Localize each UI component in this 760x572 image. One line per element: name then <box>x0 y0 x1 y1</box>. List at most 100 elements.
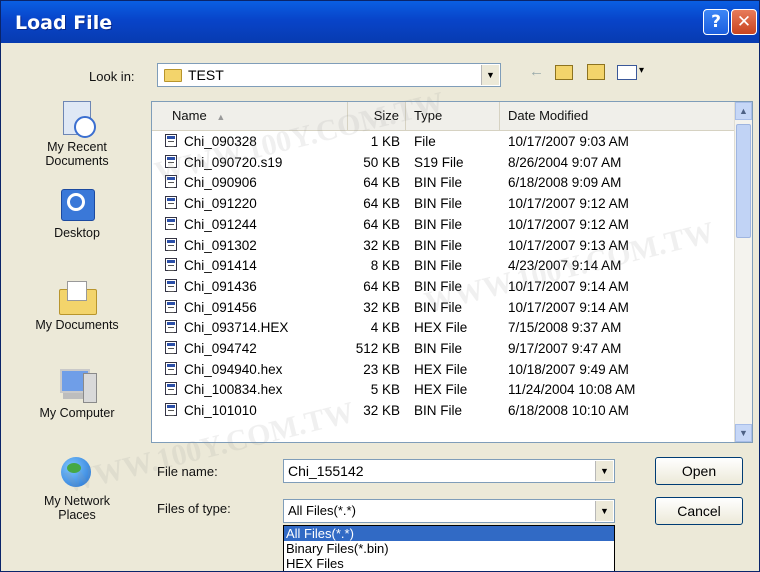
file-date-cell: 11/24/2004 10:08 AM <box>508 382 636 398</box>
place-desktop[interactable]: Desktop <box>15 187 139 240</box>
look-in-value: TEST <box>188 67 224 83</box>
file-type-cell: BIN File <box>414 258 463 274</box>
back-icon[interactable]: ← <box>529 63 544 80</box>
cancel-button[interactable]: Cancel <box>655 497 743 525</box>
place-my-computer[interactable]: My Computer <box>15 367 139 420</box>
column-date-modified[interactable]: Date Modified <box>500 102 736 130</box>
file-row[interactable]: Chi_093714.HEX 4 KB HEX File 7/15/2008 9:37… <box>152 318 736 338</box>
scroll-up-icon[interactable]: ▲ <box>735 102 752 120</box>
scroll-down-icon[interactable]: ▼ <box>735 424 752 442</box>
folder-icon <box>164 69 182 82</box>
file-type-cell: HEX File <box>414 361 468 377</box>
file-name-cell: Chi_094742 <box>184 341 257 356</box>
view-menu-chevron-icon[interactable]: ▾ <box>639 65 644 76</box>
file-icon <box>165 258 177 272</box>
close-button[interactable]: ✕ <box>731 9 757 35</box>
type-option-binary[interactable]: Binary Files(*.bin) <box>284 541 614 556</box>
file-row[interactable]: Chi_091456 32 KB BIN File 10/17/2007 9:14 A… <box>152 298 736 318</box>
place-label: Desktop <box>54 226 100 240</box>
file-type-cell: BIN File <box>414 299 463 315</box>
file-size-cell: 1 KB <box>370 134 400 149</box>
file-row[interactable]: Chi_091414 8 KB BIN File 4/23/2007 9:14 AM <box>152 256 736 276</box>
file-icon <box>165 216 177 230</box>
file-icon <box>165 320 177 334</box>
file-type-cell: BIN File <box>414 341 463 356</box>
file-size-cell: 50 KB <box>363 154 400 170</box>
file-size-cell: 8 KB <box>370 258 400 274</box>
file-list[interactable]: Name ▲ Size Type Date Modified Chi_09032… <box>151 101 753 443</box>
file-name-cell: Chi_093714.HEX <box>184 320 289 336</box>
help-button[interactable]: ? <box>703 9 729 35</box>
file-name-cell: Chi_090328 <box>184 134 257 149</box>
file-type-cell: BIN File <box>414 278 463 294</box>
file-row[interactable]: Chi_090906 64 KB BIN File 6/18/2008 9:09 AM <box>152 173 736 193</box>
place-recent-documents[interactable]: My Recent Documents <box>15 101 139 168</box>
type-option-hex[interactable]: HEX Files <box>284 556 614 571</box>
file-icon <box>165 196 177 210</box>
file-type-cell: BIN File <box>414 216 463 232</box>
file-size-cell: 64 KB <box>363 196 400 212</box>
file-name-cell: Chi_101010 <box>184 403 257 419</box>
file-row[interactable]: Chi_090720.s19 50 KB S19 File 8/26/2004 9:0… <box>152 153 736 173</box>
files-of-type-dropdown-icon[interactable]: ▼ <box>595 501 613 521</box>
file-type-cell: HEX File <box>414 382 468 398</box>
vertical-scrollbar[interactable]: ▲ ▼ <box>734 102 752 442</box>
file-size-cell: 512 KB <box>355 341 400 356</box>
file-name-input[interactable]: Chi_155142 ▼ <box>283 459 615 483</box>
title-bar[interactable]: Load File ? ✕ <box>1 1 759 43</box>
file-type-cell: HEX File <box>414 320 468 336</box>
scroll-thumb[interactable] <box>736 124 751 238</box>
view-menu-icon[interactable] <box>617 65 637 80</box>
file-row[interactable]: Chi_091436 64 KB BIN File 10/17/2007 9:14 A… <box>152 277 736 297</box>
up-folder-icon[interactable] <box>555 65 573 80</box>
file-size-cell: 32 KB <box>363 299 400 315</box>
network-places-icon <box>57 455 97 491</box>
file-row[interactable]: Chi_101010 32 KB BIN File 6/18/2008 10:10 A… <box>152 401 736 421</box>
file-icon <box>165 382 177 396</box>
file-name-cell: Chi_091302 <box>184 237 257 253</box>
file-row[interactable]: Chi_091220 64 KB BIN File 10/17/2007 9:12 A… <box>152 194 736 214</box>
file-row[interactable]: Chi_094742 512 KB BIN File 9/17/2007 9:47 A… <box>152 339 736 359</box>
file-icon <box>165 403 177 417</box>
column-size[interactable]: Size <box>348 102 406 130</box>
file-icon <box>165 299 177 313</box>
file-size-cell: 5 KB <box>370 382 400 398</box>
file-size-cell: 64 KB <box>363 175 400 191</box>
file-date-cell: 10/17/2007 9:13 AM <box>508 237 629 253</box>
look-in-combo[interactable]: TEST ▼ <box>157 63 501 87</box>
file-type-cell: BIN File <box>414 196 463 212</box>
file-date-cell: 7/15/2008 9:37 AM <box>508 320 622 336</box>
file-size-cell: 64 KB <box>363 278 400 294</box>
file-date-cell: 10/17/2007 9:12 AM <box>508 196 629 212</box>
file-row[interactable]: Chi_091302 32 KB BIN File 10/17/2007 9:13 A… <box>152 236 736 256</box>
column-header: Name ▲ Size Type Date Modified <box>152 102 736 131</box>
file-row[interactable]: Chi_094940.hex 23 KB HEX File 10/18/2007 9:… <box>152 360 736 380</box>
file-row[interactable]: Chi_091244 64 KB BIN File 10/17/2007 9:12 A… <box>152 215 736 235</box>
file-icon <box>165 278 177 292</box>
file-date-cell: 6/18/2008 10:10 AM <box>508 403 629 419</box>
type-option-all[interactable]: All Files(*.*) <box>284 526 614 541</box>
look-in-dropdown-icon[interactable]: ▼ <box>481 65 499 85</box>
file-size-cell: 32 KB <box>363 403 400 419</box>
file-date-cell: 10/17/2007 9:12 AM <box>508 216 629 232</box>
files-of-type-dropdown-list[interactable]: All Files(*.*) Binary Files(*.bin) HEX F… <box>283 525 615 571</box>
place-label: My Network Places <box>44 494 110 522</box>
new-folder-icon[interactable] <box>587 64 605 80</box>
place-my-documents[interactable]: My Documents <box>15 279 139 332</box>
dialog-title: Load File <box>15 12 113 34</box>
file-row[interactable]: Chi_100834.hex 5 KB HEX File 11/24/2004 10:… <box>152 380 736 400</box>
open-button[interactable]: Open <box>655 457 743 485</box>
desktop-icon <box>57 187 97 223</box>
file-name-label: File name: <box>157 464 218 479</box>
file-date-cell: 9/17/2007 9:47 AM <box>508 341 622 356</box>
file-name-dropdown-icon[interactable]: ▼ <box>595 461 613 481</box>
column-type[interactable]: Type <box>406 102 500 130</box>
files-of-type-select[interactable]: All Files(*.*) ▼ <box>283 499 615 523</box>
my-documents-icon <box>57 279 97 315</box>
file-type-cell: S19 File <box>414 154 464 170</box>
file-row[interactable]: Chi_090328 1 KB File 10/17/2007 9:03 AM <box>152 132 736 152</box>
places-bar: My Recent Documents Desktop My Documents… <box>15 83 139 563</box>
place-network[interactable]: My Network Places <box>15 455 139 522</box>
column-name[interactable]: Name ▲ <box>152 102 348 130</box>
place-label: My Recent Documents <box>45 140 109 168</box>
